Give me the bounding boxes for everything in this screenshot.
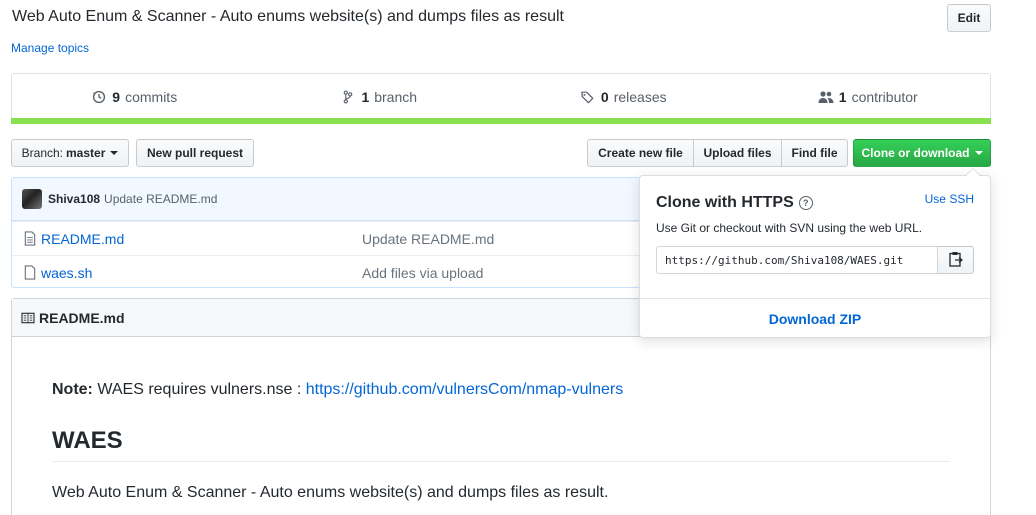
readme-note: Note: WAES requires vulners.nse : https:…: [52, 381, 623, 399]
contributors-count: 1: [838, 88, 847, 105]
caret-down-icon: [974, 151, 983, 155]
clipboard-icon: [948, 251, 963, 270]
file-name-link[interactable]: waes.sh: [41, 265, 362, 281]
tag-icon: [580, 89, 596, 105]
question-icon[interactable]: ?: [798, 196, 813, 210]
contributors-label: contributor: [851, 88, 918, 105]
new-pull-request-button[interactable]: New pull request: [136, 139, 254, 167]
commits-label: commits: [125, 88, 178, 105]
file-name-link[interactable]: README.md: [41, 231, 362, 247]
clone-url-input[interactable]: https://github.com/Shiva108/WAES.git: [656, 246, 938, 274]
releases-stat[interactable]: 0 releases: [501, 74, 746, 119]
note-text: WAES requires vulners.nse :: [97, 381, 302, 398]
branches-count: 1: [361, 88, 370, 105]
vulners-link[interactable]: https://github.com/vulnersCom/nmap-vulne…: [306, 381, 623, 398]
repo-numbers-summary: 9 commits 1 branch 0 releases 1 contribu…: [11, 73, 991, 124]
book-icon: [21, 312, 35, 324]
file-commit-message[interactable]: Update README.md: [362, 231, 494, 247]
git-branch-icon: [340, 89, 356, 105]
manage-topics-link[interactable]: Manage topics: [11, 41, 89, 55]
create-new-file-button[interactable]: Create new file: [587, 139, 694, 167]
avatar[interactable]: [22, 189, 42, 209]
commits-stat[interactable]: 9 commits: [12, 74, 257, 119]
upload-files-button[interactable]: Upload files: [693, 139, 782, 167]
clone-description: Use Git or checkout with SVN using the w…: [656, 221, 923, 235]
file-icon: [22, 231, 38, 246]
readme-heading: WAES: [52, 427, 123, 454]
file-commit-message[interactable]: Add files via upload: [362, 265, 483, 281]
clone-url-group: https://github.com/Shiva108/WAES.git: [656, 246, 974, 274]
history-icon: [91, 89, 107, 105]
readme-paragraph: Web Auto Enum & Scanner - Auto enums web…: [52, 484, 609, 501]
branch-prefix: Branch:: [21, 146, 63, 160]
clone-or-download-label: Clone or download: [861, 146, 970, 160]
clone-dropdown-title: Clone with HTTPS ?: [656, 194, 813, 212]
releases-label: releases: [613, 88, 667, 105]
use-ssh-link[interactable]: Use SSH: [925, 192, 974, 206]
edit-description-button[interactable]: Edit: [947, 4, 991, 32]
note-label: Note:: [52, 381, 93, 398]
people-icon: [818, 89, 834, 105]
commit-message[interactable]: Update README.md: [104, 192, 217, 206]
commit-author[interactable]: Shiva108: [48, 192, 100, 206]
clone-dropdown: Clone with HTTPS ? Use SSH Use Git or ch…: [639, 168, 991, 338]
branches-stat[interactable]: 1 branch: [257, 74, 502, 119]
clone-title-text: Clone with HTTPS: [656, 194, 794, 211]
download-zip-link[interactable]: Download ZIP: [640, 299, 990, 338]
readme-title: README.md: [39, 309, 125, 326]
releases-count: 0: [600, 88, 609, 105]
commits-count: 9: [112, 88, 121, 105]
file-icon: [22, 265, 38, 280]
caret-down-icon: [110, 151, 119, 155]
repo-description: Web Auto Enum & Scanner - Auto enums web…: [12, 8, 564, 25]
find-file-button[interactable]: Find file: [781, 139, 848, 167]
contributors-stat[interactable]: 1 contributor: [746, 74, 991, 119]
branches-label: branch: [374, 88, 418, 105]
heading-divider: [52, 461, 950, 462]
branch-name: master: [66, 146, 106, 160]
language-bar[interactable]: [11, 118, 991, 124]
branch-select-button[interactable]: Branch: master: [11, 139, 129, 167]
copy-to-clipboard-button[interactable]: [938, 246, 974, 274]
